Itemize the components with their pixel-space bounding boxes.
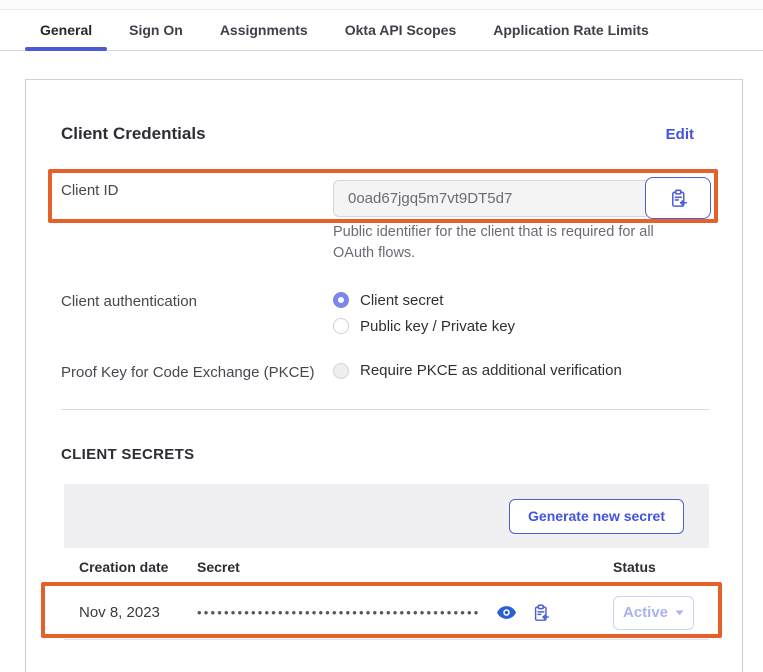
tab-general[interactable]: General — [25, 10, 107, 50]
tab-application-rate-limits[interactable]: Application Rate Limits — [478, 10, 664, 50]
top-divider — [0, 0, 763, 10]
client-authentication-label: Client authentication — [61, 293, 197, 310]
tab-assignments[interactable]: Assignments — [205, 10, 323, 50]
pkce-option-label: Require PKCE as additional verification — [360, 362, 622, 379]
generate-new-secret-button[interactable]: Generate new secret — [509, 499, 684, 534]
radio-option-label: Client secret — [360, 292, 443, 309]
column-header-creation-date: Creation date — [64, 559, 197, 575]
tab-sign-on[interactable]: Sign On — [114, 10, 198, 50]
column-header-status: Status — [613, 559, 709, 575]
status-cell: Active — [613, 596, 709, 630]
pkce-label: Proof Key for Code Exchange (PKCE) — [61, 364, 314, 381]
client-id-label: Client ID — [61, 182, 119, 199]
clipboard-copy-icon — [532, 604, 550, 622]
client-credentials-card: Client Credentials Edit Client ID 0oad67… — [25, 79, 743, 672]
client-id-help-text: Public identifier for the client that is… — [333, 222, 678, 264]
checkbox-unchecked-icon[interactable] — [333, 363, 349, 379]
radio-selected-icon[interactable] — [333, 292, 349, 308]
section-divider — [61, 409, 709, 410]
client-authentication-options: Client secret Public key / Private key — [333, 291, 515, 335]
eye-icon — [497, 606, 516, 619]
section-title-client-credentials: Client Credentials — [61, 124, 206, 144]
page: General Sign On Assignments Okta API Sco… — [0, 0, 763, 672]
tab-okta-api-scopes[interactable]: Okta API Scopes — [330, 10, 472, 50]
pkce-checkbox-row[interactable]: Require PKCE as additional verification — [333, 362, 622, 379]
section-title-client-secrets: CLIENT SECRETS — [61, 446, 194, 463]
radio-option-public-private-key[interactable]: Public key / Private key — [333, 317, 515, 335]
status-dropdown-button[interactable]: Active — [613, 596, 694, 630]
client-credentials-header: Client Credentials Edit — [61, 124, 694, 144]
client-id-value-field[interactable]: 0oad67jgq5m7vt9DT5d7 — [333, 180, 646, 217]
secret-creation-date: Nov 8, 2023 — [64, 604, 197, 621]
clipboard-copy-icon — [669, 189, 688, 208]
edit-link[interactable]: Edit — [666, 126, 694, 143]
reveal-secret-button[interactable] — [497, 606, 516, 619]
radio-unselected-icon[interactable] — [333, 318, 349, 334]
copy-client-id-button[interactable] — [645, 177, 711, 219]
client-id-input-group: 0oad67jgq5m7vt9DT5d7 — [333, 177, 711, 219]
masked-secret-value: ••••••••••••••••••••••••••••••••••••••••… — [197, 605, 481, 620]
secret-cell: ••••••••••••••••••••••••••••••••••••••••… — [197, 604, 613, 622]
app-tab-bar: General Sign On Assignments Okta API Sco… — [0, 10, 763, 51]
table-header-row: Creation date Secret Status — [64, 548, 709, 586]
copy-secret-button[interactable] — [532, 604, 550, 622]
client-secrets-toolbar: Generate new secret — [64, 484, 709, 548]
table-row: Nov 8, 2023 ••••••••••••••••••••••••••••… — [64, 586, 709, 640]
client-secrets-table: Generate new secret Creation date Secret… — [64, 484, 709, 640]
column-header-secret: Secret — [197, 559, 613, 575]
caret-down-icon — [675, 610, 684, 616]
radio-option-label: Public key / Private key — [360, 318, 515, 335]
radio-option-client-secret[interactable]: Client secret — [333, 291, 515, 309]
status-badge: Active — [623, 604, 668, 621]
